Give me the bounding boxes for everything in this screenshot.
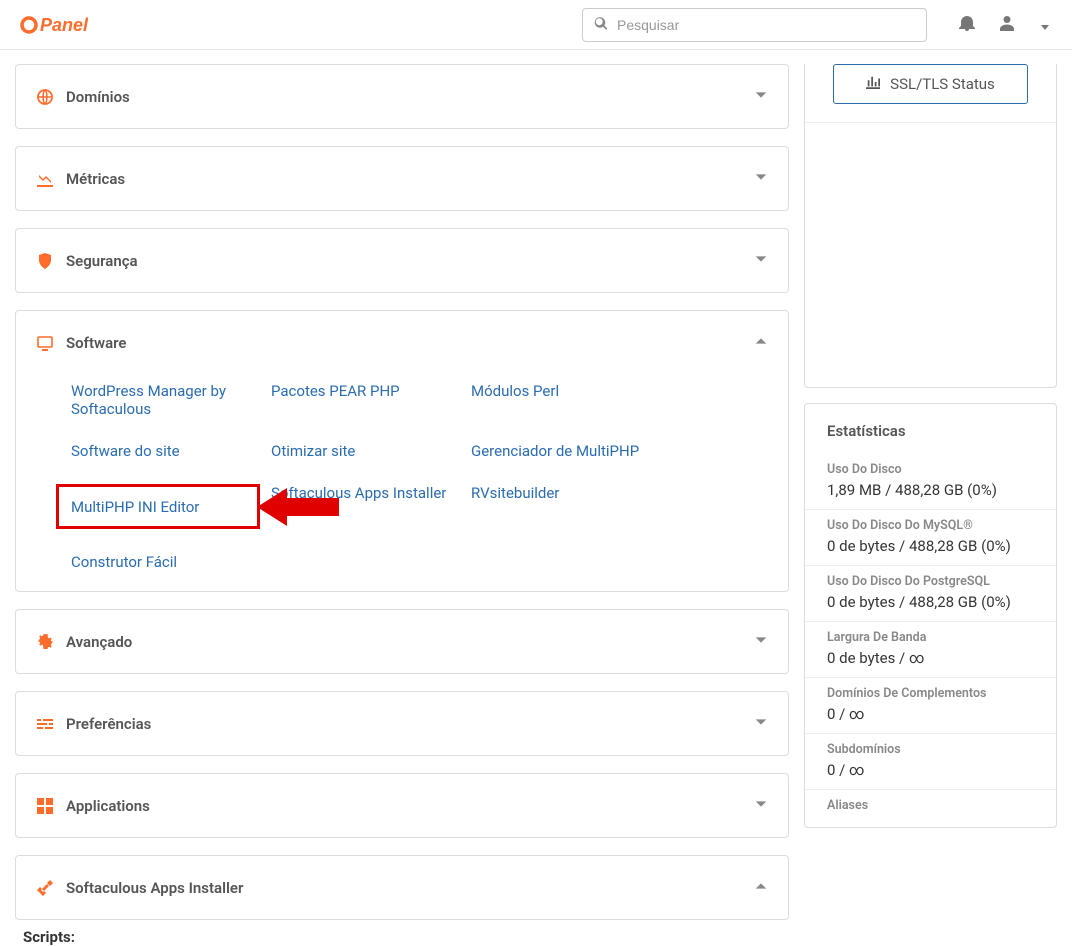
panel-head-dominios[interactable]: Domínios bbox=[16, 65, 788, 128]
stat-bandwidth: Largura De Banda 0 de bytes / ∞ bbox=[805, 622, 1056, 678]
panel-title: Applications bbox=[66, 797, 150, 815]
panel-head-metricas[interactable]: Métricas bbox=[16, 147, 788, 210]
panel-preferencias: Preferências bbox=[15, 691, 789, 756]
stat-label: Domínios De Complementos bbox=[827, 686, 1034, 701]
chevron-down-icon bbox=[754, 87, 768, 106]
link-multiphp-manager[interactable]: Gerenciador de MultiPHP bbox=[471, 442, 768, 460]
stat-value: 0 de bytes / 488,28 GB (0%) bbox=[827, 593, 1034, 611]
panel-title: Avançado bbox=[66, 633, 132, 651]
software-icon bbox=[36, 334, 54, 352]
panel-head-softaculous[interactable]: Softaculous Apps Installer bbox=[16, 856, 788, 919]
panel-seguranca: Segurança bbox=[15, 228, 789, 293]
stat-postgres: Uso Do Disco Do PostgreSQL 0 de bytes / … bbox=[805, 566, 1056, 622]
ssl-button-label: SSL/TLS Status bbox=[890, 75, 995, 93]
account-dropdown[interactable] bbox=[1027, 15, 1057, 34]
link-wordpress-manager[interactable]: WordPress Manager by Softaculous bbox=[71, 382, 271, 418]
ssl-card: SSL/TLS Status bbox=[804, 64, 1057, 388]
panel-applications: Applications bbox=[15, 773, 789, 838]
stat-value: 0 de bytes / 488,28 GB (0%) bbox=[827, 537, 1034, 555]
stats-title: Estatísticas bbox=[805, 404, 1056, 454]
link-optimize-site[interactable]: Otimizar site bbox=[271, 442, 471, 460]
panel-metricas: Métricas bbox=[15, 146, 789, 211]
main-content: Domínios Métricas bbox=[0, 50, 1072, 946]
panel-avancado: Avançado bbox=[15, 609, 789, 674]
stat-value: 0 / ∞ bbox=[827, 705, 1034, 723]
top-bar: Panel bbox=[0, 0, 1072, 50]
chart-icon bbox=[36, 170, 54, 188]
panel-head-applications[interactable]: Applications bbox=[16, 774, 788, 837]
stat-value: 1,89 MB / 488,28 GB (0%) bbox=[827, 481, 1034, 499]
stat-label: Largura De Banda bbox=[827, 630, 1034, 645]
panel-head-avancado[interactable]: Avançado bbox=[16, 610, 788, 673]
stat-label: Uso Do Disco Do MySQL® bbox=[827, 518, 1034, 533]
chevron-up-icon bbox=[754, 878, 768, 897]
notifications-icon[interactable] bbox=[947, 15, 987, 35]
highlight-annotation: MultiPHP INI Editor bbox=[56, 484, 260, 529]
panel-title: Softaculous Apps Installer bbox=[66, 879, 243, 897]
search-wrap bbox=[582, 8, 927, 42]
gears-icon bbox=[36, 633, 54, 651]
panel-body-software: WordPress Manager by Softaculous Pacotes… bbox=[16, 374, 788, 591]
stat-addon-domains: Domínios De Complementos 0 / ∞ bbox=[805, 678, 1056, 734]
link-multiphp-ini-editor[interactable]: MultiPHP INI Editor bbox=[71, 498, 199, 516]
link-site-software[interactable]: Software do site bbox=[71, 442, 271, 460]
panel-title: Métricas bbox=[66, 170, 125, 188]
chevron-down-icon bbox=[754, 714, 768, 733]
link-perl-modules[interactable]: Módulos Perl bbox=[471, 382, 768, 418]
grid-icon bbox=[36, 797, 54, 815]
ssl-tls-status-button[interactable]: SSL/TLS Status bbox=[833, 64, 1028, 104]
globe-icon bbox=[36, 88, 54, 106]
panel-software: Software WordPress Manager by Softaculou… bbox=[15, 310, 789, 592]
stat-aliases: Aliases bbox=[805, 790, 1056, 827]
panel-dominios: Domínios bbox=[15, 64, 789, 129]
sliders-icon bbox=[36, 715, 54, 733]
panel-softaculous: Softaculous Apps Installer bbox=[15, 855, 789, 920]
link-easy-builder[interactable]: Construtor Fácil bbox=[71, 553, 271, 571]
caret-down-icon bbox=[1041, 25, 1049, 30]
stat-label: Uso Do Disco Do PostgreSQL bbox=[827, 574, 1034, 589]
link-rvsitebuilder[interactable]: RVsitebuilder bbox=[471, 484, 768, 529]
panel-title: Domínios bbox=[66, 88, 130, 106]
search-input[interactable] bbox=[582, 8, 927, 42]
bar-chart-icon bbox=[866, 75, 880, 93]
stat-value: 0 / ∞ bbox=[827, 761, 1034, 779]
chevron-down-icon bbox=[754, 796, 768, 815]
shield-icon bbox=[36, 252, 54, 270]
stat-label: Uso Do Disco bbox=[827, 462, 1034, 477]
stat-value: 0 de bytes / ∞ bbox=[827, 649, 1034, 667]
panel-head-seguranca[interactable]: Segurança bbox=[16, 229, 788, 292]
panel-title: Software bbox=[66, 334, 126, 352]
stat-subdomains: Subdomínios 0 / ∞ bbox=[805, 734, 1056, 790]
chevron-down-icon bbox=[754, 169, 768, 188]
chevron-down-icon bbox=[754, 251, 768, 270]
stat-mysql: Uso Do Disco Do MySQL® 0 de bytes / 488,… bbox=[805, 510, 1056, 566]
user-icon[interactable] bbox=[987, 15, 1027, 35]
panel-head-preferencias[interactable]: Preferências bbox=[16, 692, 788, 755]
scripts-label: Scripts: bbox=[15, 926, 789, 946]
search-icon bbox=[594, 15, 608, 34]
link-pear-php[interactable]: Pacotes PEAR PHP bbox=[271, 382, 471, 418]
cpanel-logo[interactable]: Panel bbox=[20, 14, 115, 36]
panel-title: Preferências bbox=[66, 715, 151, 733]
panel-title: Segurança bbox=[66, 252, 138, 270]
panel-head-software[interactable]: Software bbox=[16, 311, 788, 374]
stat-label: Subdomínios bbox=[827, 742, 1034, 757]
stat-label: Aliases bbox=[827, 798, 1034, 813]
chevron-down-icon bbox=[754, 632, 768, 651]
link-softaculous-installer[interactable]: Softaculous Apps Installer bbox=[271, 484, 471, 529]
svg-text:Panel: Panel bbox=[40, 15, 89, 35]
stats-card: Estatísticas Uso Do Disco 1,89 MB / 488,… bbox=[804, 403, 1057, 828]
stat-disk: Uso Do Disco 1,89 MB / 488,28 GB (0%) bbox=[805, 454, 1056, 510]
chevron-up-icon bbox=[754, 333, 768, 352]
tools-icon bbox=[36, 879, 54, 897]
